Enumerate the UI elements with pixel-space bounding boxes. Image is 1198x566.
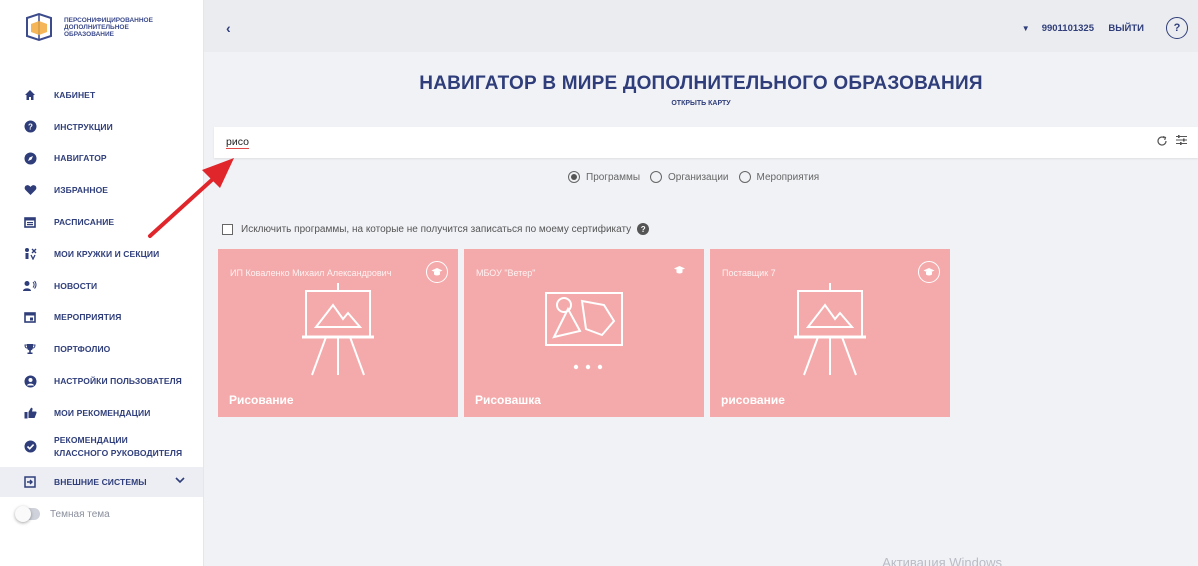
exclude-filter: Исключить программы, на которые не получ…	[222, 223, 650, 235]
sidebar-item-label: НАВИГАТОР	[54, 153, 107, 164]
card-title: рисование	[721, 393, 785, 407]
sidebar-item-label: НОВОСТИ	[54, 280, 98, 291]
check-circle-icon	[22, 439, 38, 455]
chevron-down-icon[interactable]	[175, 476, 185, 487]
thumbs-up-icon	[22, 405, 38, 421]
sidebar-nav: КАБИНЕТ ? ИНСТРУКЦИИ НАВИГАТОР ИЗБРАННОЕ	[0, 79, 203, 497]
program-card[interactable]: ИП Коваленко Михаил Александрович Рисова…	[218, 249, 458, 417]
external-login-icon	[22, 474, 38, 490]
logo-text: ПЕРСОНИФИЦИРОВАННОЕ ДОПОЛНИТЕЛЬНОЕ ОБРАЗ…	[64, 16, 153, 38]
svg-text:?: ?	[28, 123, 33, 132]
sidebar-item-label: РЕКОМЕНДАЦИИ КЛАССНОГО РУКОВОДИТЕЛЯ	[54, 434, 183, 458]
sidebar-item-label: МОИ КРУЖКИ И СЕКЦИИ	[54, 248, 160, 259]
program-card[interactable]: Поставщик 7 рисование	[710, 249, 950, 417]
card-organization: МБОУ "Ветер"	[476, 268, 536, 278]
card-title: Рисование	[229, 393, 294, 407]
sidebar-item-teacher-recommendations[interactable]: РЕКОМЕНДАЦИИ КЛАССНОГО РУКОВОДИТЕЛЯ	[0, 429, 203, 465]
dark-theme-label: Темная тема	[50, 508, 110, 520]
page-title: НАВИГАТОР В МИРЕ ДОПОЛНИТЕЛЬНОГО ОБРАЗОВ…	[419, 73, 983, 94]
exclude-checkbox[interactable]	[222, 223, 233, 235]
sidebar-item-cabinet[interactable]: КАБИНЕТ	[0, 79, 203, 111]
back-button[interactable]: ‹	[226, 20, 231, 36]
sidebar-item-label: МОИ РЕКОМЕНДАЦИИ	[54, 407, 151, 418]
program-cards: ИП Коваленко Михаил Александрович Рисова…	[218, 249, 956, 417]
open-map-link[interactable]: ОТКРЫТЬ КАРТУ	[204, 100, 1198, 107]
sidebar-item-label: ПОРТФОЛИО	[54, 344, 111, 355]
sidebar-item-label: КАБИНЕТ	[54, 89, 96, 100]
sidebar-item-news[interactable]: НОВОСТИ	[0, 270, 203, 302]
radio-button[interactable]	[568, 171, 580, 183]
filter-settings-icon[interactable]	[1175, 134, 1188, 149]
radio-label: Программы	[586, 171, 641, 183]
easel-icon	[302, 283, 374, 376]
windows-activation-watermark: Активация Windows	[882, 555, 1002, 566]
sidebar-item-label: РАСПИСАНИЕ	[54, 217, 115, 228]
sidebar-item-label: ВНЕШНИЕ СИСТЕМЫ	[54, 476, 147, 487]
announcement-icon	[22, 278, 38, 294]
painting-icon	[545, 292, 623, 370]
sidebar-item-label: МЕРОПРИЯТИЯ	[54, 312, 122, 323]
heart-icon	[22, 182, 38, 198]
program-card[interactable]: МБОУ "Ветер" Рисовашка	[464, 249, 704, 417]
home-icon	[22, 87, 38, 103]
search-type-group: Программы Организации Мероприятия	[568, 171, 829, 183]
dark-theme-toggle[interactable]	[15, 506, 40, 522]
question-icon[interactable]: ?	[637, 223, 650, 235]
sidebar-item-label: ИЗБРАННОЕ	[54, 185, 109, 196]
sidebar-item-external-systems[interactable]: ВНЕШНИЕ СИСТЕМЫ	[0, 466, 203, 497]
app-window: ПЕРСОНИФИЦИРОВАННОЕ ДОПОЛНИТЕЛЬНОЕ ОБРАЗ…	[0, 0, 1198, 566]
caret-down-icon: ▼	[1021, 24, 1030, 33]
user-id: 9901101325	[1041, 23, 1094, 34]
card-title: Рисовашка	[475, 393, 541, 407]
search-input[interactable]: рисо	[226, 136, 249, 149]
toggle-knob	[15, 506, 31, 522]
sidebar-item-user-settings[interactable]: НАСТРОЙКИ ПОЛЬЗОВАТЕЛЯ	[0, 365, 203, 397]
compass-icon	[22, 150, 38, 166]
activities-icon	[22, 246, 38, 262]
user-settings-icon	[22, 373, 38, 389]
dark-theme-toggle-row: Темная тема	[15, 506, 110, 522]
sidebar-item-instructions[interactable]: ? ИНСТРУКЦИИ	[0, 111, 203, 143]
card-organization: ИП Коваленко Михаил Александрович	[230, 268, 392, 278]
sidebar-item-navigator[interactable]: НАВИГАТОР	[0, 143, 203, 175]
sidebar: ПЕРСОНИФИЦИРОВАННОЕ ДОПОЛНИТЕЛЬНОЕ ОБРАЗ…	[0, 0, 204, 566]
radio-label: Мероприятия	[756, 171, 820, 183]
sidebar-item-favorites[interactable]: ИЗБРАННОЕ	[0, 174, 203, 206]
sidebar-item-label: ИНСТРУКЦИИ	[54, 121, 113, 132]
sidebar-item-my-recommendations[interactable]: МОИ РЕКОМЕНДАЦИИ	[0, 397, 203, 429]
radio-button[interactable]	[650, 171, 663, 183]
radio-events[interactable]: Мероприятия	[738, 171, 820, 183]
logout-button[interactable]: ВЫЙТИ	[1108, 23, 1144, 34]
search-bar[interactable]: рисо	[214, 127, 1198, 158]
radio-programs[interactable]: Программы	[568, 171, 640, 183]
radio-label: Организации	[668, 171, 729, 183]
exclude-label: Исключить программы, на которые не получ…	[241, 223, 632, 235]
calendar-icon	[22, 214, 38, 230]
help-circle-icon: ?	[22, 119, 38, 135]
logo[interactable]: ПЕРСОНИФИЦИРОВАННОЕ ДОПОЛНИТЕЛЬНОЕ ОБРАЗ…	[0, 0, 203, 54]
easel-icon	[794, 283, 866, 376]
top-bar: ‹ ▼ 9901101325 ВЫЙТИ ?	[204, 0, 1198, 52]
card-organization: Поставщик 7	[722, 268, 776, 278]
trophy-icon	[22, 341, 38, 357]
sidebar-item-portfolio[interactable]: ПОРТФОЛИО	[0, 333, 203, 365]
main-content: ‹ ▼ 9901101325 ВЫЙТИ ? НАВИГАТОР В МИРЕ …	[204, 0, 1198, 566]
sidebar-item-label: НАСТРОЙКИ ПОЛЬЗОВАТЕЛЯ	[54, 376, 182, 387]
reset-icon[interactable]	[1156, 135, 1168, 150]
graduation-cap-icon	[668, 259, 690, 281]
radio-organizations[interactable]: Организации	[650, 171, 729, 183]
event-icon	[22, 309, 38, 325]
sidebar-item-schedule[interactable]: РАСПИСАНИЕ	[0, 206, 203, 238]
radio-button[interactable]	[738, 171, 751, 183]
help-button[interactable]: ?	[1166, 17, 1188, 39]
sidebar-item-my-clubs[interactable]: МОИ КРУЖКИ И СЕКЦИИ	[0, 238, 203, 270]
user-menu[interactable]: ▼ 9901101325	[1022, 23, 1094, 34]
logo-icon	[22, 10, 56, 44]
sidebar-item-events[interactable]: МЕРОПРИЯТИЯ	[0, 302, 203, 334]
